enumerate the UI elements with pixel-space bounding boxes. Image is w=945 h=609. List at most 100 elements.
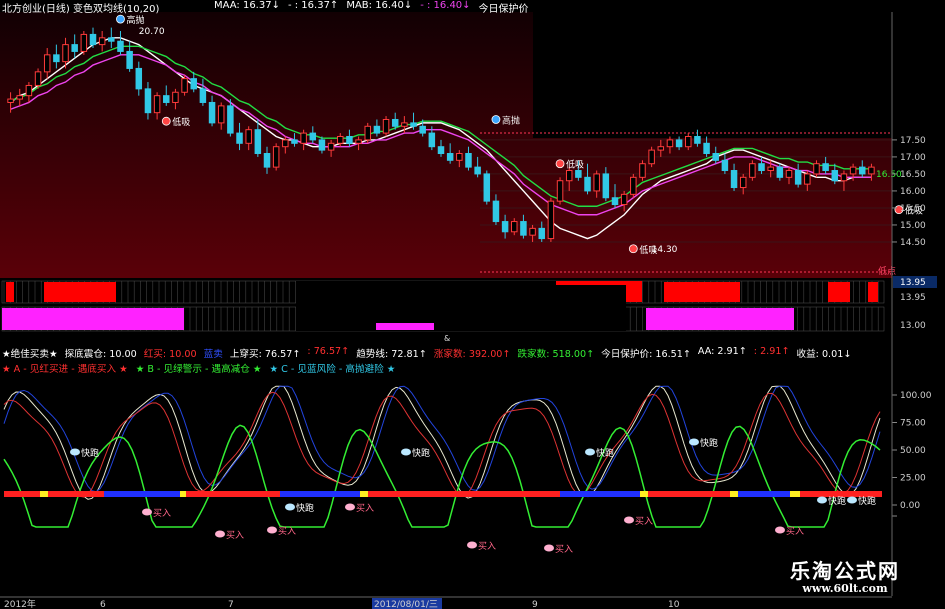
candle-body bbox=[685, 135, 692, 148]
candle-body bbox=[804, 173, 811, 185]
candle bbox=[181, 75, 188, 96]
indicator-signal-label: 买入 bbox=[226, 530, 244, 541]
buy-signal-icon bbox=[624, 516, 634, 524]
signal-bar-segment bbox=[40, 491, 48, 497]
band-segment bbox=[44, 282, 116, 302]
candle-body bbox=[62, 44, 69, 63]
legend-item: 今日保护价 bbox=[478, 4, 529, 15]
price-annotation: 20.70 bbox=[139, 27, 165, 37]
signal-bar-segment bbox=[104, 491, 180, 497]
candle-body bbox=[776, 166, 784, 178]
signal-bar-segment bbox=[790, 491, 800, 497]
candle-body bbox=[840, 173, 848, 182]
candle-body bbox=[465, 153, 472, 168]
band-segment bbox=[6, 282, 14, 302]
watermark-title: 乐淘公式网 bbox=[790, 559, 900, 583]
buy-signal-icon bbox=[467, 541, 477, 549]
sell-signal-label: 高抛 bbox=[126, 14, 144, 26]
buy-dot-icon bbox=[555, 159, 565, 169]
candle-body bbox=[71, 44, 78, 52]
candle-body bbox=[144, 88, 152, 114]
candle-body bbox=[620, 193, 628, 206]
time-axis-label: 10 bbox=[668, 600, 680, 609]
price-axis-label: 16.00 bbox=[900, 187, 926, 197]
main-title: 北方创业(日线) 变色双均线(10,20) bbox=[2, 4, 160, 15]
price-axis-label: 14.50 bbox=[900, 238, 926, 248]
candle-body bbox=[511, 221, 518, 233]
candle-body bbox=[254, 129, 262, 155]
indicator-header-item: 探底震仓: 10.00 bbox=[64, 349, 137, 360]
price-annotation: 14.30 bbox=[652, 245, 678, 255]
candle-body bbox=[758, 163, 765, 172]
candle-body bbox=[172, 91, 179, 103]
candle-body bbox=[565, 170, 573, 182]
candle-body bbox=[611, 197, 619, 206]
legend-item: - : 16.37↑ bbox=[287, 0, 339, 11]
indicator-signal-label: 买入 bbox=[278, 526, 296, 537]
candle-body bbox=[712, 153, 719, 161]
indicator-signal-label: 快跑 bbox=[596, 447, 614, 459]
candle-body bbox=[410, 122, 417, 127]
run-signal-icon bbox=[847, 496, 857, 504]
candle-body bbox=[767, 166, 774, 172]
indicator-signal-label: 快跑 bbox=[296, 502, 314, 514]
candle bbox=[483, 170, 491, 205]
buy-signal-label: 低吸 bbox=[172, 116, 190, 128]
indicator-axis-label: 50.00 bbox=[900, 446, 926, 456]
candle-body bbox=[739, 176, 747, 189]
run-signal-icon bbox=[817, 496, 827, 504]
candle-body bbox=[428, 132, 436, 148]
candle-body bbox=[318, 139, 326, 151]
candle-body bbox=[108, 37, 115, 42]
sell-dot-icon bbox=[491, 115, 501, 124]
candle-body bbox=[117, 40, 124, 52]
chart-canvas[interactable]: 高抛20.70低吸高抛低吸低吸14.30低吸低点★★16.50 & 100.00… bbox=[0, 0, 945, 609]
indicator-legend-item: ★ B - 见绿警示 - 遇高减仓 ★ bbox=[135, 364, 262, 375]
candle-body bbox=[593, 173, 600, 192]
signal-bar-segment bbox=[648, 491, 730, 497]
watermark-url: www.60lt.com bbox=[802, 582, 888, 595]
signal-bar-segment bbox=[4, 491, 40, 497]
candle bbox=[639, 160, 646, 181]
price-axis-label: 16.50 bbox=[900, 170, 926, 180]
candle-body bbox=[822, 163, 829, 172]
candle-body bbox=[849, 166, 857, 175]
candle-body bbox=[630, 176, 637, 195]
indicator-header-item: 涨家数: 392.00↑ bbox=[433, 349, 511, 360]
buy-dot-icon bbox=[161, 116, 171, 126]
candle-body bbox=[282, 139, 289, 148]
buy-signal-icon bbox=[267, 526, 277, 534]
candle-body bbox=[456, 153, 463, 161]
candle bbox=[630, 173, 637, 198]
candle bbox=[272, 143, 280, 171]
signal-bar-segment bbox=[368, 491, 560, 497]
candle bbox=[382, 116, 390, 137]
candle-body bbox=[16, 95, 23, 100]
band-segment bbox=[868, 282, 878, 302]
candle-body bbox=[794, 170, 802, 185]
candle-body bbox=[437, 146, 445, 155]
candle-body bbox=[492, 200, 500, 223]
candle-body bbox=[556, 180, 564, 202]
sell-signal-label: 高抛 bbox=[502, 114, 520, 126]
candle-body bbox=[391, 118, 399, 127]
candle-body bbox=[346, 135, 353, 144]
candle-body bbox=[25, 84, 33, 97]
candle-body bbox=[355, 139, 362, 144]
legend-item: MAB: 16.40↓ bbox=[346, 0, 413, 11]
candle-body bbox=[7, 98, 14, 103]
indicator-signal-label: 买入 bbox=[635, 516, 653, 527]
candle-body bbox=[529, 227, 536, 236]
indicator-signal-label: 买入 bbox=[153, 508, 171, 519]
candle-body bbox=[657, 146, 665, 151]
candle-body bbox=[190, 78, 197, 90]
buy-signal-icon bbox=[215, 530, 225, 538]
run-signal-icon bbox=[689, 438, 699, 446]
candle-body bbox=[135, 67, 143, 90]
indicator-header-item: 收益: 0.01↓ bbox=[796, 349, 852, 360]
band-overlay bbox=[296, 281, 626, 331]
candle-body bbox=[520, 221, 527, 236]
indicator-header-item: 上穿买: 76.57↑ bbox=[229, 349, 301, 360]
indicator-signal-label: 买入 bbox=[786, 526, 804, 537]
buy-signal-icon bbox=[775, 526, 785, 534]
